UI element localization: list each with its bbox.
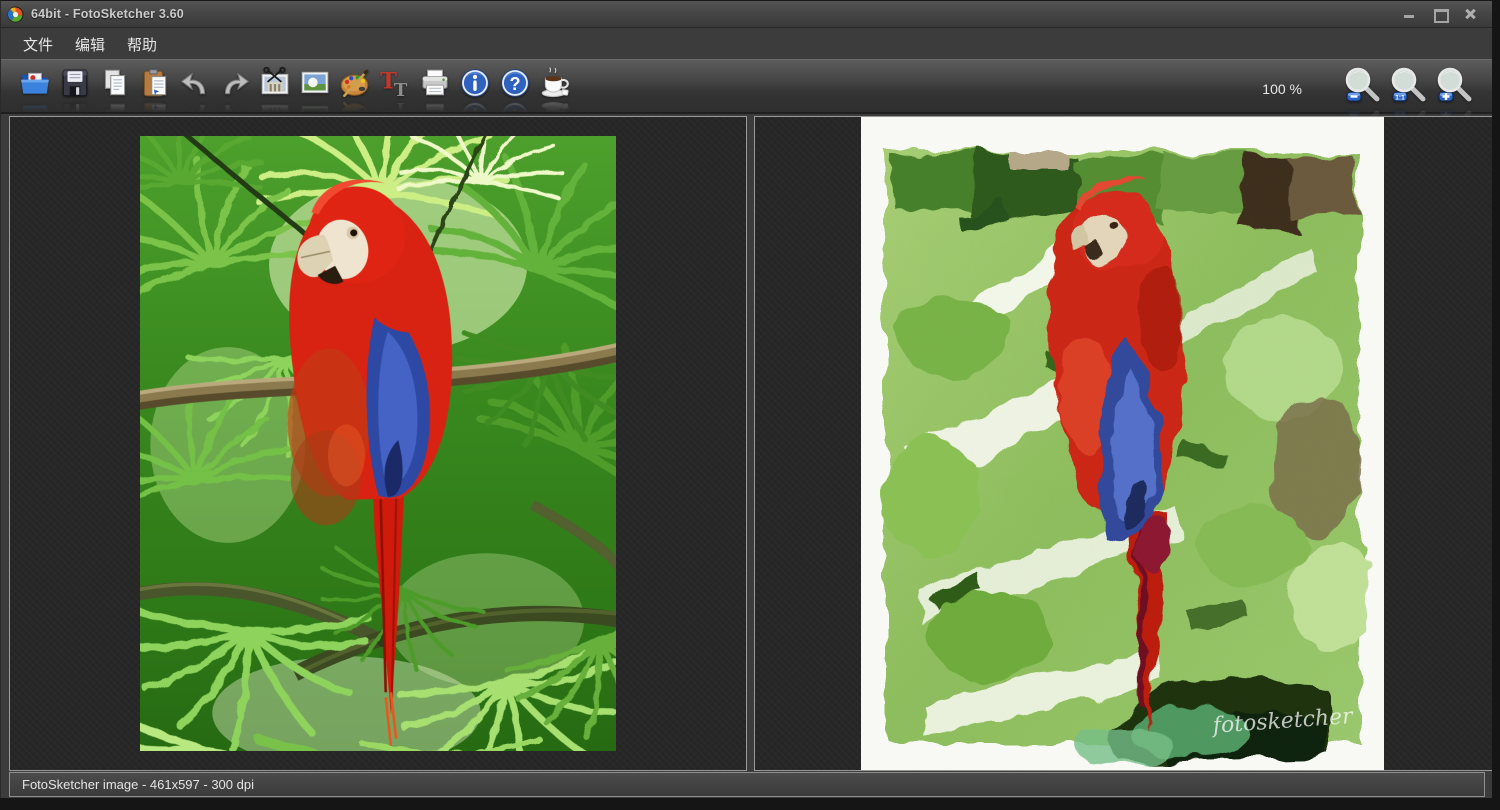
main-window: 64bit - FotoSketcher 3.60 文件 编辑 帮助 — [0, 0, 1492, 798]
undo-icon — [179, 67, 211, 99]
crop-image-icon — [259, 67, 291, 99]
image-parameters-button[interactable] — [295, 64, 335, 110]
copy-button[interactable] — [95, 64, 135, 110]
zoom-buttons: 1:1 — [1340, 64, 1478, 112]
crop-image-button[interactable] — [255, 64, 295, 110]
toolbar: T T — [1, 59, 1492, 114]
open-image-button[interactable] — [15, 64, 55, 110]
paste-icon — [139, 67, 171, 99]
paste-button[interactable] — [135, 64, 175, 110]
window-edge-bottom — [0, 798, 1500, 810]
info-button[interactable] — [455, 64, 495, 110]
workspace: fotosketcher — [9, 116, 1493, 771]
close-button[interactable] — [1462, 7, 1478, 21]
zoom-out-button[interactable] — [1340, 64, 1386, 112]
image-parameters-icon — [299, 67, 331, 99]
status-text: FotoSketcher image - 461x597 - 300 dpi — [22, 777, 254, 792]
drawing-parameters-icon — [339, 67, 371, 99]
open-image-icon — [19, 67, 51, 99]
drawing-parameters-button[interactable] — [335, 64, 375, 110]
painted-image: fotosketcher — [861, 117, 1384, 771]
original-image-panel — [9, 116, 747, 771]
redo-icon — [219, 67, 251, 99]
copy-icon — [99, 67, 131, 99]
svg-text:T: T — [394, 80, 408, 99]
svg-text:?: ? — [509, 74, 520, 94]
original-photo — [140, 136, 616, 751]
painted-image-panel: fotosketcher — [754, 116, 1493, 771]
minimize-button[interactable] — [1402, 7, 1418, 21]
save-image-icon — [59, 67, 91, 99]
zoom-level-label: 100 % — [1262, 81, 1302, 97]
menu-file[interactable]: 文件 — [14, 31, 62, 58]
maximize-button[interactable] — [1432, 7, 1448, 21]
titlebar[interactable]: 64bit - FotoSketcher 3.60 — [1, 1, 1492, 28]
save-image-button[interactable] — [55, 64, 95, 110]
undo-button[interactable] — [175, 64, 215, 110]
donate-coffee-icon — [539, 67, 571, 99]
zoom-in-button[interactable] — [1432, 64, 1478, 112]
help-button[interactable]: ? — [495, 64, 535, 110]
app-logo-icon — [7, 6, 24, 23]
print-icon — [419, 67, 451, 99]
add-text-icon: T T — [379, 67, 411, 99]
menu-help[interactable]: 帮助 — [118, 31, 166, 58]
help-icon: ? — [499, 67, 531, 99]
zoom-actual-size-icon: 1:1 — [1389, 66, 1429, 106]
add-text-button[interactable]: T T — [375, 64, 415, 110]
window-edge-right — [1492, 0, 1500, 810]
svg-text:1:1: 1:1 — [1395, 95, 1405, 102]
info-icon — [459, 67, 491, 99]
menu-edit[interactable]: 编辑 — [66, 31, 114, 58]
menubar: 文件 编辑 帮助 — [1, 29, 1492, 59]
zoom-actual-size-button[interactable]: 1:1 — [1386, 64, 1432, 112]
donate-coffee-button[interactable] — [535, 64, 575, 110]
statusbar: FotoSketcher image - 461x597 - 300 dpi — [9, 772, 1485, 797]
redo-button[interactable] — [215, 64, 255, 110]
window-controls — [1402, 7, 1492, 21]
zoom-out-icon — [1343, 66, 1383, 106]
zoom-in-icon — [1435, 66, 1475, 106]
window-title: 64bit - FotoSketcher 3.60 — [31, 7, 184, 21]
print-button[interactable] — [415, 64, 455, 110]
fotosketcher-app: 64bit - FotoSketcher 3.60 文件 编辑 帮助 — [0, 0, 1500, 810]
